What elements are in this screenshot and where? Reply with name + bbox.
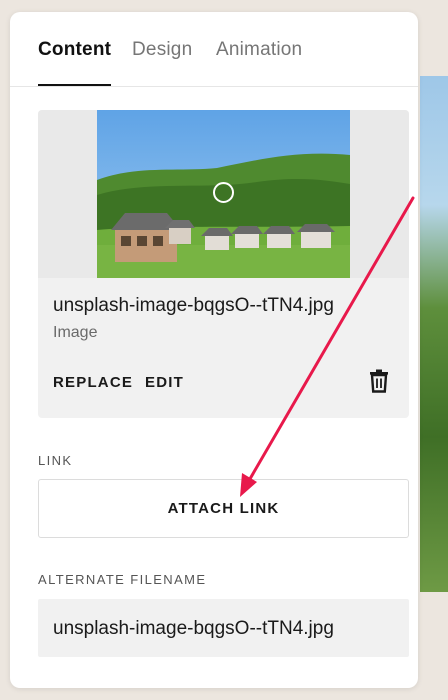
image-preview-area[interactable] bbox=[38, 110, 409, 278]
tab-design[interactable]: Design bbox=[132, 39, 192, 61]
tab-content[interactable]: Content bbox=[38, 39, 111, 61]
link-section-label: LINK bbox=[38, 453, 73, 468]
image-card: unsplash-image-bqgsO--tTN4.jpg Image REP… bbox=[38, 110, 409, 418]
active-tab-indicator bbox=[38, 84, 111, 86]
tab-bar: Content Design Animation bbox=[10, 12, 418, 87]
replace-button[interactable]: REPLACE bbox=[53, 374, 133, 391]
focal-point-handle[interactable] bbox=[213, 182, 234, 203]
alternate-filename-value: unsplash-image-bqgsO--tTN4.jpg bbox=[53, 618, 334, 639]
image-settings-panel: Content Design Animation unsplash-image-… bbox=[10, 12, 418, 688]
alternate-filename-field[interactable]: unsplash-image-bqgsO--tTN4.jpg bbox=[38, 599, 409, 657]
attach-link-button[interactable]: ATTACH LINK bbox=[38, 479, 409, 538]
alternate-filename-label: ALTERNATE FILENAME bbox=[38, 572, 207, 587]
trash-icon[interactable] bbox=[368, 369, 390, 393]
background-page-preview bbox=[420, 76, 448, 592]
image-type-label: Image bbox=[53, 324, 98, 341]
image-filename: unsplash-image-bqgsO--tTN4.jpg bbox=[53, 295, 334, 316]
tab-animation[interactable]: Animation bbox=[216, 39, 302, 61]
edit-button[interactable]: EDIT bbox=[145, 374, 184, 391]
